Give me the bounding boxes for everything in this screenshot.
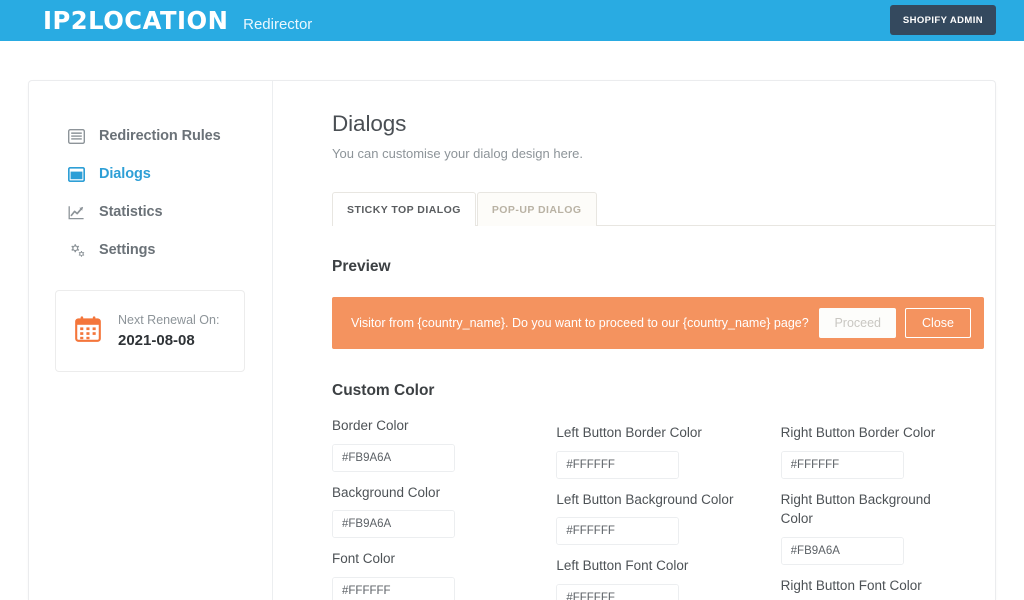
color-value-input[interactable] (557, 451, 679, 478)
brand-product-name: Redirector (243, 16, 313, 33)
custom-color-heading: Custom Color (332, 382, 435, 399)
renewal-label: Next Renewal On: (118, 313, 220, 327)
preview-proceed-button[interactable]: Proceed (819, 308, 896, 338)
brand-logo: IP2LOCATION (43, 6, 229, 35)
dialog-preview-bar: Visitor from {country_name}. Do you want… (332, 297, 984, 349)
field-label: Right Button Background Color (780, 491, 931, 527)
color-input-group[interactable] (332, 576, 455, 600)
page-title: Dialogs (332, 111, 407, 136)
color-input-group[interactable] (556, 450, 680, 479)
field-font-color: Font Color (332, 549, 556, 600)
custom-color-column-left-button: Left Button Border Color Left Button Bac… (556, 416, 780, 600)
color-input-group[interactable] (556, 583, 680, 600)
sidebar-item-redirection-rules[interactable]: Redirection Rules (29, 117, 272, 155)
sidebar-item-label: Settings (99, 242, 156, 258)
chart-line-icon (67, 203, 86, 222)
preview-message: Visitor from {country_name}. Do you want… (351, 316, 809, 330)
custom-color-column-dialog: Border Color Background Color (332, 416, 556, 600)
field-label: Border Color (332, 418, 409, 433)
field-label: Font Color (332, 551, 396, 567)
sidebar-item-label: Dialogs (99, 166, 151, 182)
preview-close-button[interactable]: Close (905, 308, 971, 338)
color-value-input[interactable] (557, 584, 679, 600)
window-icon (67, 165, 86, 184)
calendar-icon (74, 315, 102, 348)
tab-sticky-top-dialog[interactable]: STICKY TOP DIALOG (332, 192, 476, 226)
tab-bar: STICKY TOP DIALOG POP-UP DIALOG (332, 192, 995, 226)
color-input-group[interactable] (780, 536, 904, 565)
field-left-button-border-color: Left Button Border Color (556, 423, 780, 479)
color-value-input[interactable] (781, 451, 903, 478)
color-value-input[interactable] (333, 444, 454, 471)
field-label: Right Button Font Color (780, 577, 922, 593)
sidebar-item-statistics[interactable]: Statistics (29, 193, 272, 231)
field-border-color: Border Color (332, 416, 556, 472)
page-subtitle: You can customise your dialog design her… (332, 146, 584, 161)
color-value-input[interactable] (557, 518, 679, 545)
field-right-button-font-color: Right Button Font Color (780, 576, 995, 600)
sidebar-item-label: Redirection Rules (99, 128, 221, 144)
color-input-group[interactable] (332, 443, 455, 472)
field-left-button-font-color: Left Button Font Color (556, 556, 780, 600)
field-right-button-border-color: Right Button Border Color (780, 423, 995, 479)
field-background-color: Background Color (332, 483, 556, 539)
gears-icon (67, 241, 86, 260)
sidebar-item-settings[interactable]: Settings (29, 231, 272, 269)
next-renewal-card: Next Renewal On: 2021-08-08 (55, 290, 245, 372)
color-input-group[interactable] (332, 510, 455, 539)
brand: IP2LOCATION Redirector (43, 6, 312, 35)
main-content: Dialogs You can customise your dialog de… (274, 81, 995, 600)
preview-heading: Preview (332, 258, 391, 275)
sidebar-item-dialogs[interactable]: Dialogs (29, 155, 272, 193)
article-list-icon (67, 127, 86, 146)
custom-color-column-right-button: Right Button Border Color Right Button B… (780, 416, 995, 600)
field-label: Background Color (332, 484, 441, 500)
field-label: Left Button Font Color (556, 558, 689, 574)
color-value-input[interactable] (333, 511, 454, 538)
color-value-input[interactable] (781, 537, 903, 564)
field-label: Right Button Border Color (780, 425, 936, 440)
renewal-date: 2021-08-08 (118, 332, 195, 349)
custom-color-grid: Border Color Background Color (332, 416, 995, 600)
field-label: Left Button Background Color (556, 491, 734, 507)
field-left-button-background-color: Left Button Background Color (556, 490, 780, 546)
color-input-group[interactable] (556, 517, 680, 546)
color-input-group[interactable] (780, 450, 904, 479)
top-header-bar: IP2LOCATION Redirector SHOPIFY ADMIN (0, 0, 1024, 41)
renewal-text-group: Next Renewal On: 2021-08-08 (118, 313, 219, 349)
sidebar: Redirection Rules Dialogs Statistics Set… (29, 81, 273, 600)
shopify-admin-button[interactable]: SHOPIFY ADMIN (889, 5, 996, 35)
tab-pop-up-dialog[interactable]: POP-UP DIALOG (476, 192, 597, 226)
sidebar-item-label: Statistics (99, 204, 163, 220)
field-right-button-background-color: Right Button Background Color (780, 490, 995, 565)
field-label: Left Button Border Color (556, 425, 702, 440)
page-card: Redirection Rules Dialogs Statistics Set… (28, 80, 996, 600)
color-value-input[interactable] (333, 577, 454, 600)
